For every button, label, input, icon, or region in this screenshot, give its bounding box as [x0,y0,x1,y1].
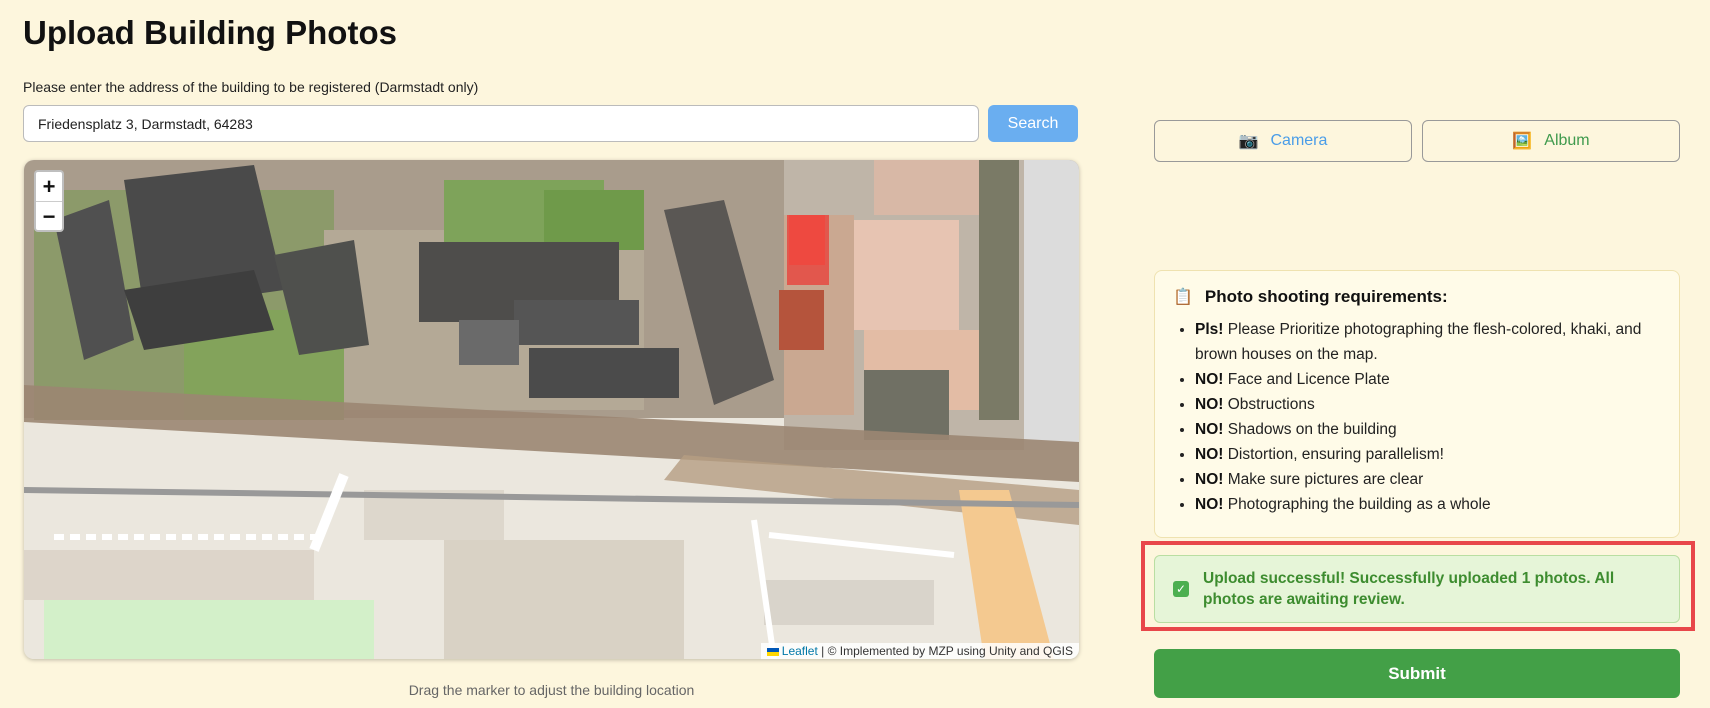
requirements-panel: 📋 Photo shooting requirements: Pls! Plea… [1154,270,1680,538]
attribution-text: | © Implemented by MZP using Unity and Q… [817,644,1073,658]
camera-button[interactable]: 📷 Camera [1154,120,1412,162]
page-title: Upload Building Photos [23,14,397,51]
map-attribution: Leaflet | © Implemented by MZP using Uni… [760,643,1079,659]
zoom-control: + − [34,170,64,232]
map-tiles [24,160,1079,659]
album-label: Album [1544,132,1590,149]
leaflet-link[interactable]: Leaflet [782,644,818,658]
submit-button[interactable]: Submit [1154,649,1680,698]
address-label: Please enter the address of the building… [23,79,479,95]
list-item: Pls! Please Prioritize photographing the… [1195,317,1661,367]
zoom-out-button[interactable]: − [36,201,62,230]
map[interactable]: + − Leaflet | © Implemented by MZP using… [24,160,1079,659]
search-button[interactable]: Search [988,105,1078,142]
list-item: NO! Make sure pictures are clear [1195,467,1661,492]
list-item: NO! Distortion, ensuring parallelism! [1195,442,1661,467]
list-item: NO! Shadows on the building [1195,417,1661,442]
requirements-title: Photo shooting requirements: [1204,287,1448,306]
list-item: NO! Face and Licence Plate [1195,367,1661,392]
requirements-list: Pls! Please Prioritize photographing the… [1173,317,1661,517]
check-icon: ✓ [1173,581,1189,597]
album-button[interactable]: 🖼️ Album [1422,120,1680,162]
camera-label: Camera [1270,132,1328,149]
image-icon: 🖼️ [1512,133,1533,150]
map-hint: Drag the marker to adjust the building l… [408,682,695,698]
camera-icon: 📷 [1238,133,1259,150]
list-item: NO! Obstructions [1195,392,1661,417]
zoom-in-button[interactable]: + [36,172,62,201]
clipboard-icon: 📋 [1173,289,1193,306]
list-item: NO! Photographing the building as a whol… [1195,492,1661,517]
success-alert: ✓ Upload successful! Successfully upload… [1154,555,1680,623]
success-message: Upload successful! Successfully uploaded… [1203,570,1615,608]
ukraine-flag-icon [766,647,779,656]
address-input[interactable] [23,105,979,142]
